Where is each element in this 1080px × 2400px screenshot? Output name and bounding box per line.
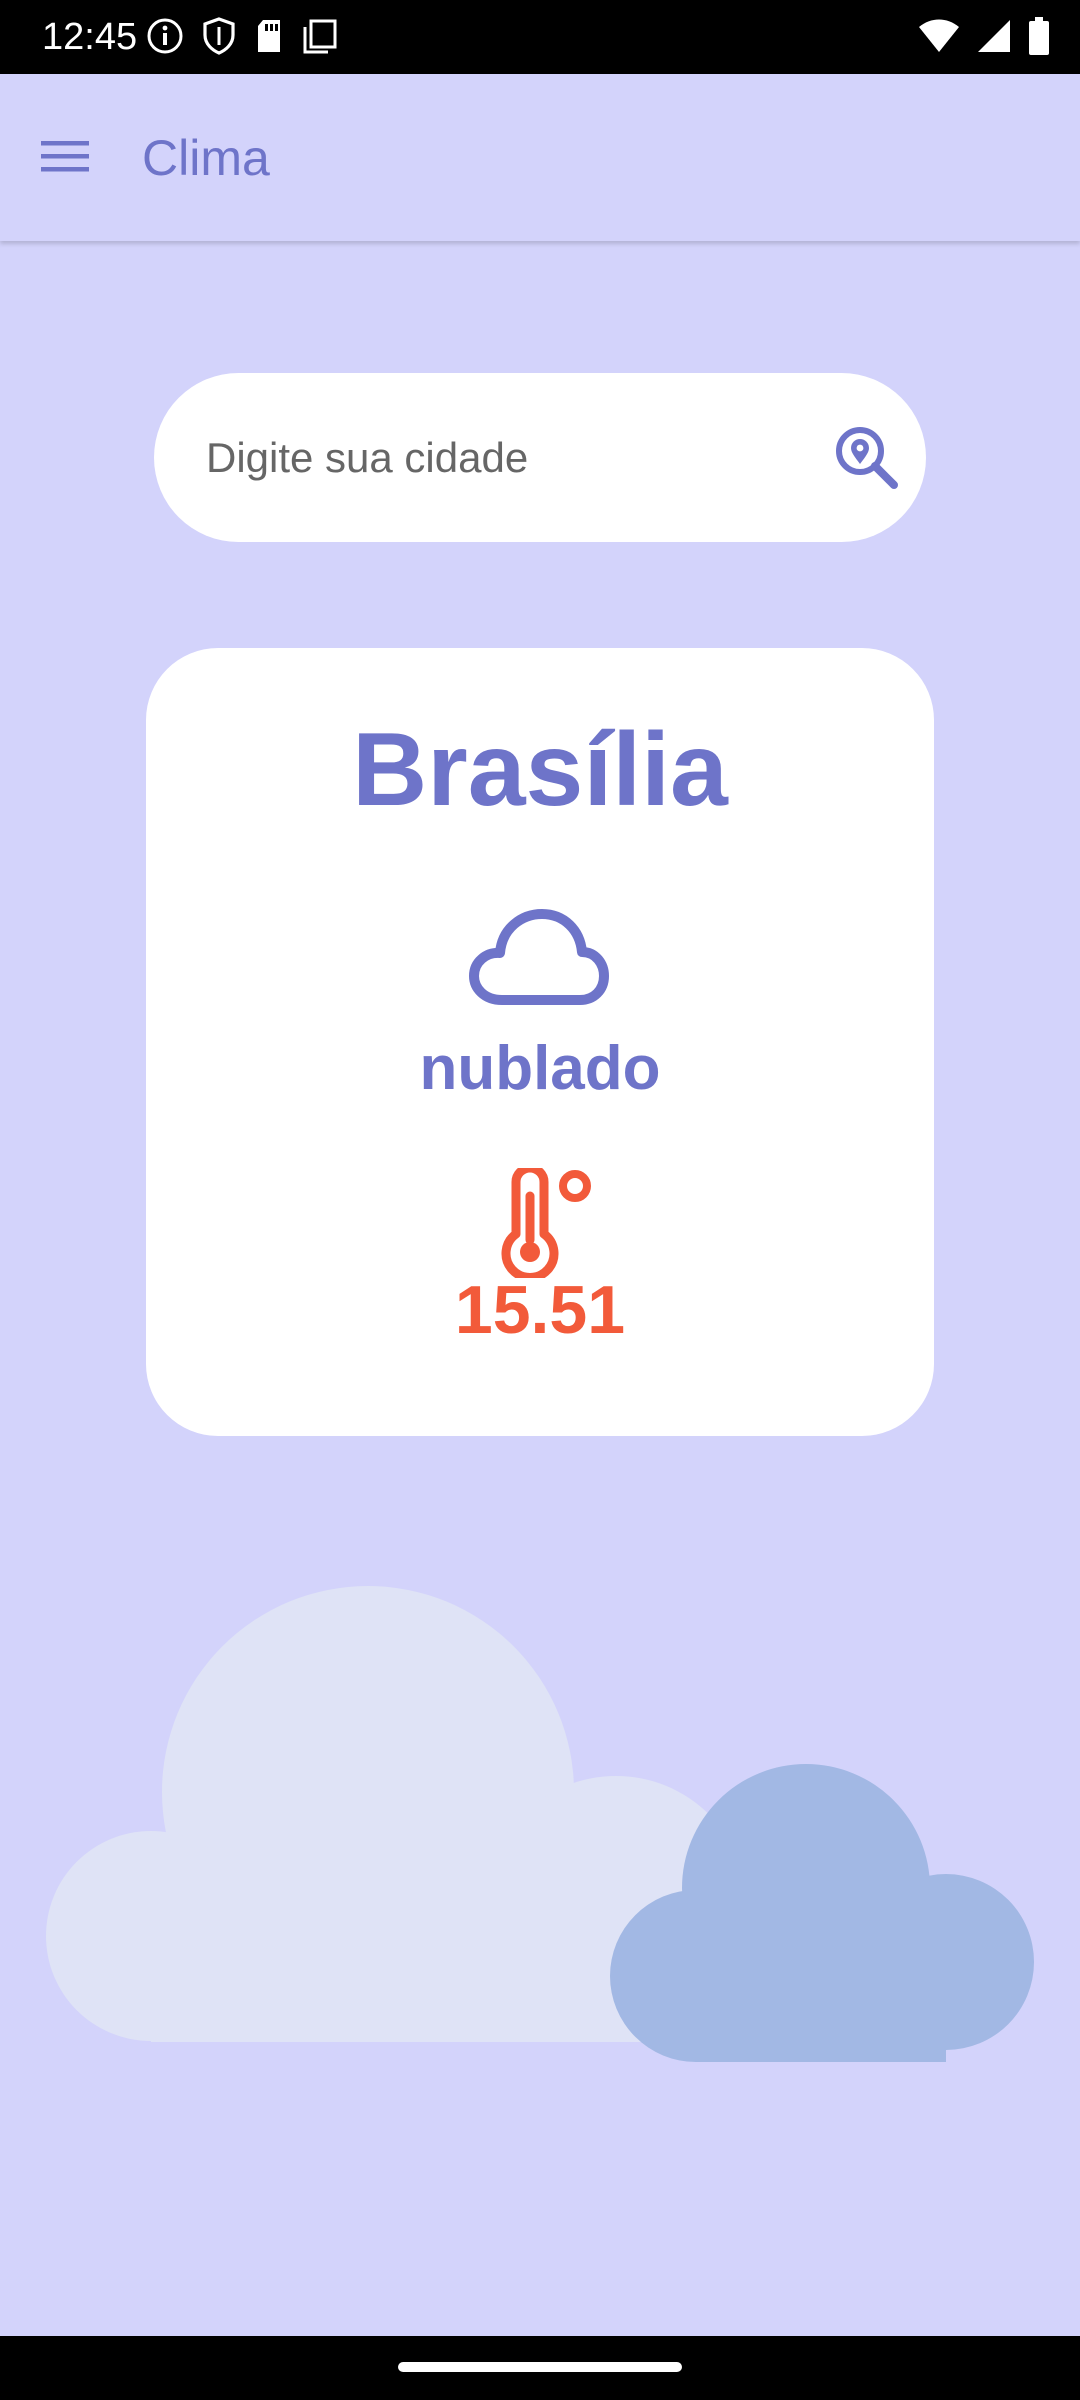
- menu-button[interactable]: [36, 129, 94, 187]
- app-title: Clima: [142, 130, 270, 186]
- sd-card-icon: [254, 17, 284, 60]
- clouds-illustration: [0, 1560, 1080, 2080]
- search-button[interactable]: [830, 423, 902, 495]
- cloud-icon: [464, 906, 612, 1010]
- search-box: [154, 373, 926, 542]
- signal-icon: [976, 18, 1012, 59]
- copy-icon: [302, 17, 338, 60]
- hamburger-menu-icon: [39, 138, 91, 179]
- info-icon: [146, 17, 184, 60]
- location-search-icon: [832, 423, 900, 496]
- city-search-input[interactable]: [206, 425, 766, 491]
- app-bar: Clima: [0, 74, 1080, 241]
- thermometer-celsius-icon: [498, 1163, 598, 1282]
- home-indicator[interactable]: [398, 2362, 682, 2372]
- status-bar: 12:45: [0, 0, 1080, 74]
- city-name: Brasília: [352, 712, 728, 828]
- status-right-icons: [918, 17, 1050, 60]
- status-left-icons: [146, 17, 338, 60]
- navigation-bar: [0, 2336, 1080, 2400]
- temperature-value: 15.51: [454, 1272, 626, 1348]
- condition-text: nublado: [419, 1034, 661, 1103]
- battery-icon: [1028, 17, 1050, 60]
- shield-icon: [202, 17, 236, 60]
- weather-card: Brasília nublado 15.51: [146, 648, 934, 1436]
- status-time: 12:45: [42, 16, 138, 58]
- wifi-icon: [918, 18, 960, 59]
